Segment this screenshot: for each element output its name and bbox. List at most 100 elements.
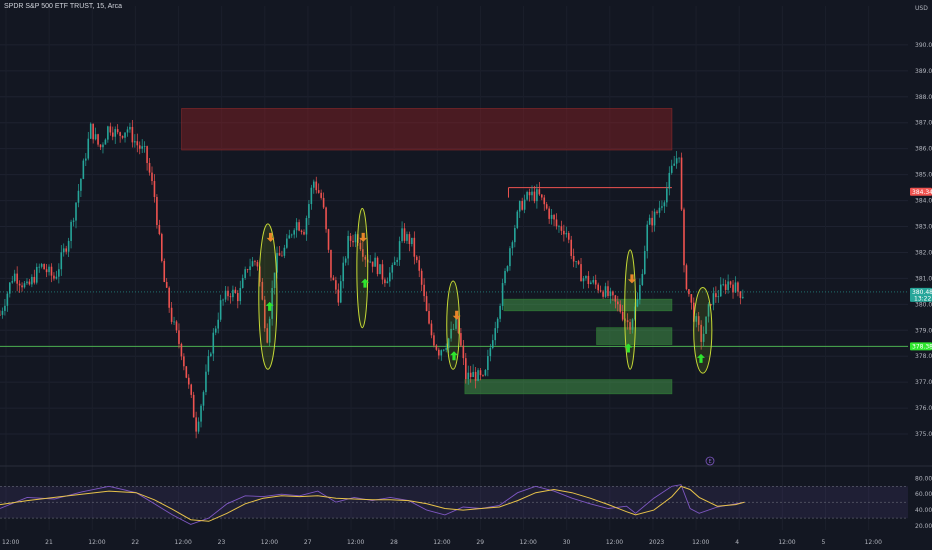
candle-body — [506, 266, 509, 272]
candle-body — [102, 144, 104, 148]
candle-body — [521, 201, 523, 210]
highlight-ellipse — [356, 207, 369, 329]
candle-body — [214, 328, 217, 333]
x-tick-label: 22 — [131, 539, 139, 546]
x-tick-label: 30 — [563, 539, 571, 546]
candle-body — [254, 261, 256, 262]
candle-body — [514, 228, 516, 243]
candle-body — [99, 144, 102, 148]
candle-body — [558, 226, 560, 228]
candle-body — [121, 135, 124, 138]
candle-body — [403, 228, 406, 241]
candle-body — [685, 265, 688, 290]
candle-body — [178, 330, 180, 344]
candle-body — [322, 197, 325, 208]
candle-body — [94, 134, 97, 140]
candle-body — [690, 294, 693, 303]
chart-background — [0, 0, 932, 550]
candle-body — [384, 279, 386, 284]
candle-body — [148, 163, 151, 173]
x-tick-label: 5 — [821, 539, 825, 546]
candle-body — [156, 197, 158, 226]
candle-body — [658, 207, 661, 213]
candle-body — [379, 264, 381, 275]
currency-label: USD — [915, 5, 928, 12]
candle-body — [496, 318, 499, 329]
candle-body — [516, 211, 519, 229]
candle-body — [511, 242, 514, 249]
candle-body — [425, 296, 428, 312]
candle-body — [621, 311, 624, 320]
candle-body — [58, 269, 60, 277]
candle-body — [0, 314, 1, 316]
candle-body — [92, 123, 94, 140]
x-tick-label: 12:00 — [865, 539, 882, 546]
candle-body — [303, 231, 305, 235]
candle-body — [680, 157, 683, 210]
candle-body — [484, 370, 487, 376]
price-chart[interactable]: 390.00 389.00 388.00 387.00 386.00 385.00 384.… — [0, 0, 932, 550]
candle-body — [53, 275, 55, 279]
candle-body — [374, 257, 376, 267]
highlight-ellipse — [693, 286, 713, 374]
y-tick-label: 375.00 — [915, 431, 932, 438]
y-tick-label: 390.00 — [915, 42, 932, 49]
candle-body — [241, 277, 244, 288]
candle-body — [499, 305, 501, 319]
candle-body — [192, 394, 195, 418]
candle-body — [124, 132, 126, 138]
candle-body — [590, 282, 592, 284]
candle-body — [4, 305, 6, 311]
candle-body — [190, 384, 193, 395]
candle-body — [114, 129, 117, 137]
candle-body — [342, 262, 345, 282]
x-tick-label: 12:00 — [692, 539, 709, 546]
candle-body — [565, 233, 568, 235]
candle-body — [636, 299, 639, 307]
candle-body — [290, 234, 293, 236]
candle-body — [737, 282, 739, 292]
x-tick-label: 4 — [735, 539, 739, 546]
support-zone — [503, 298, 673, 312]
candle-body — [175, 321, 178, 331]
candle-body — [281, 255, 283, 257]
candle-body — [469, 372, 472, 378]
candle-body — [440, 350, 443, 356]
highlight-ellipse — [258, 223, 278, 370]
candle-body — [256, 261, 259, 267]
candle-body — [185, 366, 188, 378]
candle-body — [143, 146, 146, 147]
candle-body — [729, 281, 732, 285]
candle-body — [72, 220, 75, 222]
candle-body — [585, 275, 587, 279]
y-tick-label: 384.00 — [915, 198, 932, 205]
candle-body — [205, 371, 207, 393]
y-tick-label: 389.00 — [915, 68, 932, 75]
candle-body — [541, 194, 543, 198]
candle-body — [491, 340, 494, 349]
candle-body — [23, 283, 26, 288]
candle-body — [599, 290, 602, 292]
x-tick-label: 12:00 — [347, 539, 364, 546]
candle-body — [408, 234, 411, 245]
x-tick-label: 12:00 — [520, 539, 537, 546]
candle-body — [332, 277, 335, 281]
candle-body — [545, 204, 548, 209]
candle-body — [643, 251, 646, 274]
candle-body — [45, 269, 48, 273]
candle-body — [11, 281, 14, 283]
rsi-tick-label: 20.00 — [915, 523, 932, 530]
y-tick-label: 385.00 — [915, 172, 932, 179]
candle-body — [646, 224, 649, 252]
candle-body — [531, 191, 533, 196]
candle-body — [344, 258, 347, 263]
candle-body — [97, 134, 99, 145]
candle-body — [717, 296, 720, 298]
candle-body — [528, 191, 531, 196]
candle-body — [212, 332, 215, 354]
candle-body — [246, 269, 249, 271]
candle-body — [227, 290, 229, 297]
support-zone — [464, 379, 673, 395]
candle-body — [724, 284, 727, 290]
y-tick-label: 383.00 — [915, 224, 932, 231]
